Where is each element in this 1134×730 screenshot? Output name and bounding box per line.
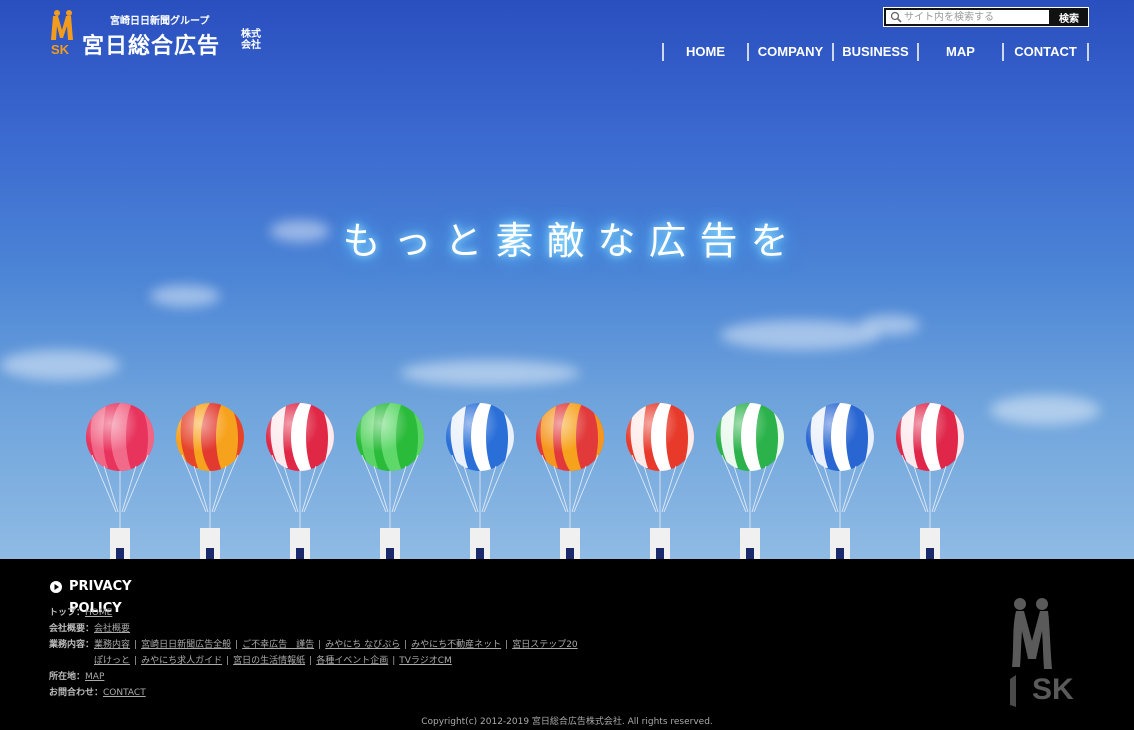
sitemap-label: 業務内容： bbox=[49, 640, 95, 650]
sitemap-row-company: 会社概要： 会社概要 bbox=[49, 621, 578, 637]
msk-footer-logo: SK bbox=[1010, 598, 1074, 707]
sitemap-link[interactable]: ぽけっと bbox=[94, 653, 130, 669]
sitemap-link[interactable]: 宮日の生活情報紙 bbox=[233, 653, 305, 669]
sitemap-row-business-2: ぽけっと | みやにち求人ガイド | 宮日の生活情報紙 | 各種イベント企画 |… bbox=[49, 653, 578, 669]
balloon bbox=[716, 403, 784, 559]
sitemap-row-business: 業務内容： 業務内容 | 宮崎日日新聞広告全般 | ご不幸広告 謹告 | みやに… bbox=[49, 637, 578, 653]
balloon bbox=[176, 403, 244, 559]
sitemap-link[interactable]: 宮崎日日新聞広告全般 bbox=[141, 637, 231, 653]
sitemap-link-map[interactable]: MAP bbox=[85, 669, 104, 685]
balloon bbox=[626, 403, 694, 559]
sitemap-link-company[interactable]: 会社概要 bbox=[94, 621, 130, 637]
sitemap-row-contact: お問合わせ： CONTACT bbox=[49, 685, 578, 701]
separator: | bbox=[226, 656, 230, 666]
sitemap-label: お問合わせ： bbox=[49, 688, 104, 698]
balloon bbox=[536, 403, 604, 559]
sitemap-link-home[interactable]: HOME bbox=[85, 605, 112, 621]
sitemap-label: 会社概要： bbox=[49, 624, 95, 634]
sitemap-link[interactable]: 各種イベント企画 bbox=[316, 653, 388, 669]
sitemap-link[interactable]: みやにち なびぷら bbox=[325, 637, 400, 653]
copyright: Copyright(c) 2012-2019 宮日総合広告株式会社. All r… bbox=[421, 717, 713, 727]
sitemap-row-top: トップ： HOME bbox=[49, 605, 578, 621]
balloon bbox=[266, 403, 334, 559]
separator: | bbox=[404, 640, 408, 650]
sitemap-link[interactable]: ご不幸広告 謹告 bbox=[242, 637, 314, 653]
sitemap-label: 所在地： bbox=[49, 672, 86, 682]
svg-text:SK: SK bbox=[1032, 673, 1074, 706]
separator: | bbox=[318, 640, 322, 650]
balloon bbox=[356, 403, 424, 559]
separator: | bbox=[392, 656, 396, 666]
separator: | bbox=[235, 640, 239, 650]
footer: PRIVACY POLICY トップ： HOME 会社概要： 会社概要 業務内容… bbox=[0, 559, 1134, 730]
hero-banner: SK 宮崎日日新聞グループ 宮日総合広告 株式会社 検索 HOME COMPAN… bbox=[0, 0, 1134, 559]
balloon bbox=[806, 403, 874, 559]
sitemap-link[interactable]: みやにち不動産ネット bbox=[411, 637, 501, 653]
balloon-row bbox=[0, 0, 1134, 559]
separator: | bbox=[309, 656, 313, 666]
sitemap-link-contact[interactable]: CONTACT bbox=[103, 685, 146, 701]
balloon bbox=[446, 403, 514, 559]
separator: | bbox=[134, 640, 138, 650]
sitemap-link[interactable]: 業務内容 bbox=[94, 637, 130, 653]
play-circle-icon bbox=[50, 581, 62, 593]
sitemap-link[interactable]: 宮日ステップ20 bbox=[512, 637, 577, 653]
footer-sitemap: トップ： HOME 会社概要： 会社概要 業務内容： 業務内容 | 宮崎日日新聞… bbox=[49, 605, 578, 701]
sitemap-label: トップ： bbox=[49, 608, 86, 618]
balloon bbox=[896, 403, 964, 559]
separator: | bbox=[134, 656, 138, 666]
sitemap-link[interactable]: TVラジオCM bbox=[399, 653, 452, 669]
sitemap-link[interactable]: みやにち求人ガイド bbox=[141, 653, 222, 669]
separator: | bbox=[505, 640, 509, 650]
sitemap-row-location: 所在地： MAP bbox=[49, 669, 578, 685]
balloon bbox=[86, 403, 154, 559]
